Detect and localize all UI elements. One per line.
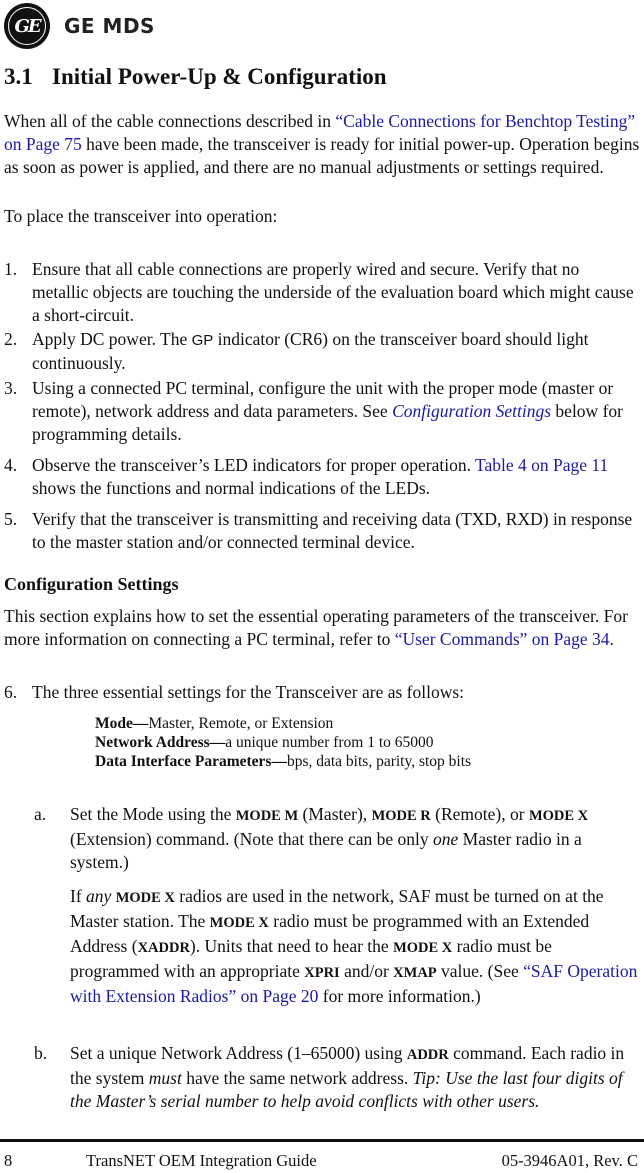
list-item: 3. Using a connected PC terminal, config… xyxy=(4,378,623,444)
essential-settings-list: Mode—Master, Remote, or Extension Networ… xyxy=(95,714,471,771)
list-item: 2. Apply DC power. The GP indicator (CR6… xyxy=(4,329,589,373)
link-user-commands[interactable]: “User Commands” on Page 34 xyxy=(395,629,610,649)
subsection-heading: Configuration Settings xyxy=(4,574,179,594)
list-item: 5. Verify that the transceiver is transm… xyxy=(4,509,633,552)
substep-b: b. Set a unique Network Address (1–65000… xyxy=(34,1043,625,1111)
setting-mode: Mode—Master, Remote, or Extension xyxy=(95,715,334,732)
link-configuration-settings[interactable]: Configuration Settings xyxy=(392,401,551,421)
list-item: 4. Observe the transceiver’s LED indicat… xyxy=(4,455,609,498)
lead-in-text: To place the transceiver into operation: xyxy=(4,206,278,226)
substep-a: a. Set the Mode using the MODE M (Master… xyxy=(34,804,589,872)
list-item: 1. Ensure that all cable connections are… xyxy=(4,259,634,325)
command-xmap: XMAP xyxy=(393,965,437,981)
command-addr: ADDR xyxy=(406,1047,449,1063)
section-title: Initial Power-Up & Configuration xyxy=(52,64,387,89)
document-id: 05-3946A01, Rev. C xyxy=(501,1151,638,1170)
brand-name: GE MDS xyxy=(64,14,155,38)
list-item: 6. The three essential settings for the … xyxy=(4,682,465,702)
header-logo: GE GE MDS xyxy=(4,2,155,50)
gp-indicator-label: GP xyxy=(191,332,214,349)
ge-monogram-icon: GE xyxy=(4,3,50,49)
link-table-4[interactable]: Table 4 on Page 11 xyxy=(475,455,608,475)
section-heading: 3.1 Initial Power-Up & Configuration xyxy=(4,64,387,90)
command-xaddr: XADDR xyxy=(137,940,190,956)
setting-network-address: Network Address—a unique number from 1 t… xyxy=(95,734,434,751)
command-mode-r: MODE R xyxy=(371,808,431,824)
intro-paragraph: When all of the cable connections descri… xyxy=(4,111,640,177)
page-number: 8 xyxy=(4,1151,13,1170)
substep-a-note: If any MODE X radios are used in the net… xyxy=(70,886,638,1006)
config-paragraph: This section explains how to set the ess… xyxy=(4,606,628,649)
command-mode-m: MODE M xyxy=(235,808,299,824)
command-mode-x: MODE X xyxy=(528,808,589,824)
command-xpri: XPRI xyxy=(304,965,340,981)
section-number: 3.1 xyxy=(4,64,33,89)
document-title: TransNET OEM Integration Guide xyxy=(86,1151,317,1170)
footer-divider xyxy=(0,1139,644,1142)
setting-data-interface: Data Interface Parameters—bps, data bits… xyxy=(95,753,472,770)
